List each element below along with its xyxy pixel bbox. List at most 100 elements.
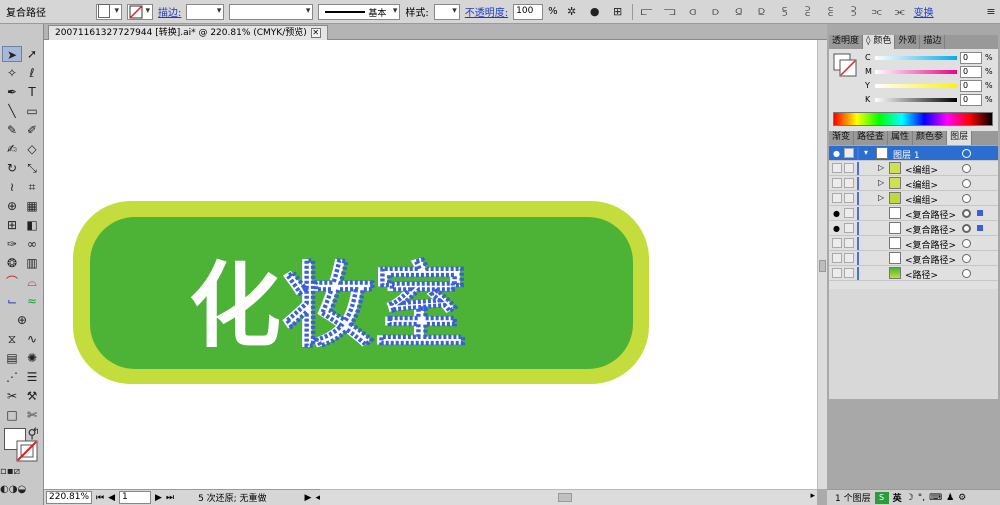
expand-icon[interactable]: ▷: [878, 193, 884, 202]
layer-row[interactable]: ▷ <编组>: [829, 176, 998, 191]
black-input[interactable]: 0: [960, 94, 982, 106]
visibility-toggle[interactable]: [832, 238, 842, 248]
graphic-style-dropdown[interactable]: [433, 3, 460, 20]
scissors-tool-icon[interactable]: ✄: [22, 407, 42, 423]
stroke-color-box[interactable]: [16, 440, 38, 462]
align-right-icon[interactable]: ⫏: [684, 4, 702, 20]
visibility-eye-icon[interactable]: ●: [832, 224, 841, 233]
distribute-bottom-icon[interactable]: ⫕: [822, 4, 840, 20]
lasso-tool-icon[interactable]: ℓ: [22, 65, 42, 81]
cyan-slider[interactable]: [875, 56, 957, 60]
visibility-eye-icon[interactable]: ●: [832, 209, 841, 218]
horizontal-scroll-thumb[interactable]: [558, 493, 572, 502]
hscroll-right-icon[interactable]: ▸: [810, 491, 815, 501]
swap-colors-icon[interactable]: ↰: [26, 424, 46, 440]
expand-icon[interactable]: ▾: [864, 148, 868, 157]
punctuation-icon[interactable]: °,: [918, 493, 925, 503]
artboard-canvas[interactable]: 化妆室 妆室: [44, 40, 817, 489]
visibility-toggle[interactable]: [832, 178, 842, 188]
perspective-grid-tool-icon[interactable]: ▦: [22, 198, 42, 214]
lock-toggle[interactable]: [844, 253, 854, 263]
color-spectrum[interactable]: [833, 112, 993, 126]
selection-tool-icon[interactable]: ➤: [2, 46, 22, 62]
layer-row[interactable]: ● <复合路径>: [829, 221, 998, 236]
distribute-left-icon[interactable]: ⫖: [845, 4, 863, 20]
list-tool-icon[interactable]: ☰: [22, 369, 42, 385]
close-icon[interactable]: ✕: [310, 28, 321, 38]
target-icon[interactable]: [962, 224, 971, 233]
prev-page-icon[interactable]: ◀: [108, 493, 115, 503]
free-transform-tool-icon[interactable]: ⌗: [22, 179, 42, 195]
target-icon[interactable]: [962, 209, 971, 218]
layer-row[interactable]: <复合路径>: [829, 236, 998, 251]
rotate-tool-icon[interactable]: ↻: [2, 160, 22, 176]
visibility-eye-icon[interactable]: ●: [832, 149, 841, 158]
visibility-toggle[interactable]: [832, 163, 842, 173]
path-edit-tool-icon[interactable]: ≈: [22, 293, 42, 309]
page-dropdown[interactable]: 1: [119, 491, 152, 504]
horizontal-scrollbar[interactable]: ▸: [320, 489, 817, 505]
vertical-scroll-thumb[interactable]: [819, 260, 826, 272]
transform-link[interactable]: 变换: [914, 4, 934, 19]
shape-mode-tool-icon[interactable]: ⌙: [2, 293, 22, 309]
tab-layers[interactable]: 图层: [947, 131, 973, 145]
live-paint-selection-tool-icon[interactable]: ⌓: [22, 274, 42, 290]
type-tool-icon[interactable]: T: [22, 84, 42, 100]
align-middle-icon[interactable]: ⫑: [730, 4, 748, 20]
magenta-slider[interactable]: [875, 70, 957, 74]
black-slider[interactable]: [875, 98, 957, 102]
layer-row[interactable]: ▷ <编组>: [829, 161, 998, 176]
line-tool-icon[interactable]: ╲: [2, 103, 22, 119]
knife-tool-icon[interactable]: ⚒: [22, 388, 42, 404]
yellow-input[interactable]: 0: [960, 80, 982, 92]
lock-toggle[interactable]: [844, 148, 854, 158]
pencil-tool-icon[interactable]: ✐: [22, 122, 42, 138]
status-menu-icon[interactable]: ▶: [305, 493, 312, 503]
lock-toggle[interactable]: [844, 223, 854, 233]
stroke-swatch-dropdown[interactable]: [127, 3, 153, 20]
first-page-icon[interactable]: ⏮: [96, 493, 104, 503]
lock-toggle[interactable]: [844, 178, 854, 188]
target-icon[interactable]: [962, 164, 971, 173]
globe-icon[interactable]: ●: [586, 4, 604, 20]
stroke-weight-dropdown[interactable]: [186, 3, 225, 20]
tab-appearance[interactable]: 外观: [895, 35, 921, 49]
rectangle-tool-icon[interactable]: ▭: [22, 103, 42, 119]
user-icon[interactable]: ♟: [946, 493, 954, 503]
layer-row[interactable]: <路径>: [829, 266, 998, 281]
magic-wand-tool-icon[interactable]: ✧: [2, 65, 22, 81]
blend-tool-icon[interactable]: ∞: [22, 236, 42, 252]
mesh-tool-icon[interactable]: ⊞: [2, 217, 22, 233]
opacity-link[interactable]: 不透明度:: [465, 4, 508, 19]
lock-toggle[interactable]: [844, 193, 854, 203]
symbol-sprayer-tool-icon[interactable]: ❂: [2, 255, 22, 271]
layer-row[interactable]: <复合路径>: [829, 251, 998, 266]
eraser-tool-icon[interactable]: ◇: [22, 141, 42, 157]
wave-tool-icon[interactable]: ∿: [22, 331, 42, 347]
stroke-link[interactable]: 描边:: [158, 4, 181, 19]
distribute-right-icon[interactable]: ⫘: [891, 4, 909, 20]
target-icon[interactable]: [962, 179, 971, 188]
tab-transparency[interactable]: 透明度: [829, 35, 864, 49]
layer-row[interactable]: ▷ <编组>: [829, 191, 998, 206]
moon-icon[interactable]: ☽: [906, 493, 914, 503]
expand-icon[interactable]: ▷: [878, 178, 884, 187]
visibility-toggle[interactable]: [832, 193, 842, 203]
column-graph-tool-icon[interactable]: ▤: [2, 350, 22, 366]
graph-tool-icon[interactable]: ▥: [22, 255, 42, 271]
align-center-icon[interactable]: ⫎: [661, 4, 679, 20]
tab-color[interactable]: ◊ 颜色: [863, 35, 896, 49]
visibility-toggle[interactable]: [832, 253, 842, 263]
shape-builder-tool-icon[interactable]: ⊕: [2, 198, 22, 214]
wrench-icon[interactable]: ⚙: [958, 493, 966, 503]
target-icon[interactable]: [962, 254, 971, 263]
draw-mode-icon[interactable]: ◐◑◒: [0, 482, 26, 498]
layer-row[interactable]: ● ▾ 图层 1: [829, 146, 998, 161]
slice-tool-icon[interactable]: ✂: [2, 388, 22, 404]
crosshair-tool-icon[interactable]: ⊕: [12, 312, 32, 328]
direct-selection-tool-icon[interactable]: ➚: [22, 46, 42, 62]
sprayer-tool-icon[interactable]: ✺: [22, 350, 42, 366]
flare-tool-icon[interactable]: ⋰: [2, 369, 22, 385]
gradient-tool-icon[interactable]: ◧: [22, 217, 42, 233]
align-bottom-icon[interactable]: ⫒: [753, 4, 771, 20]
